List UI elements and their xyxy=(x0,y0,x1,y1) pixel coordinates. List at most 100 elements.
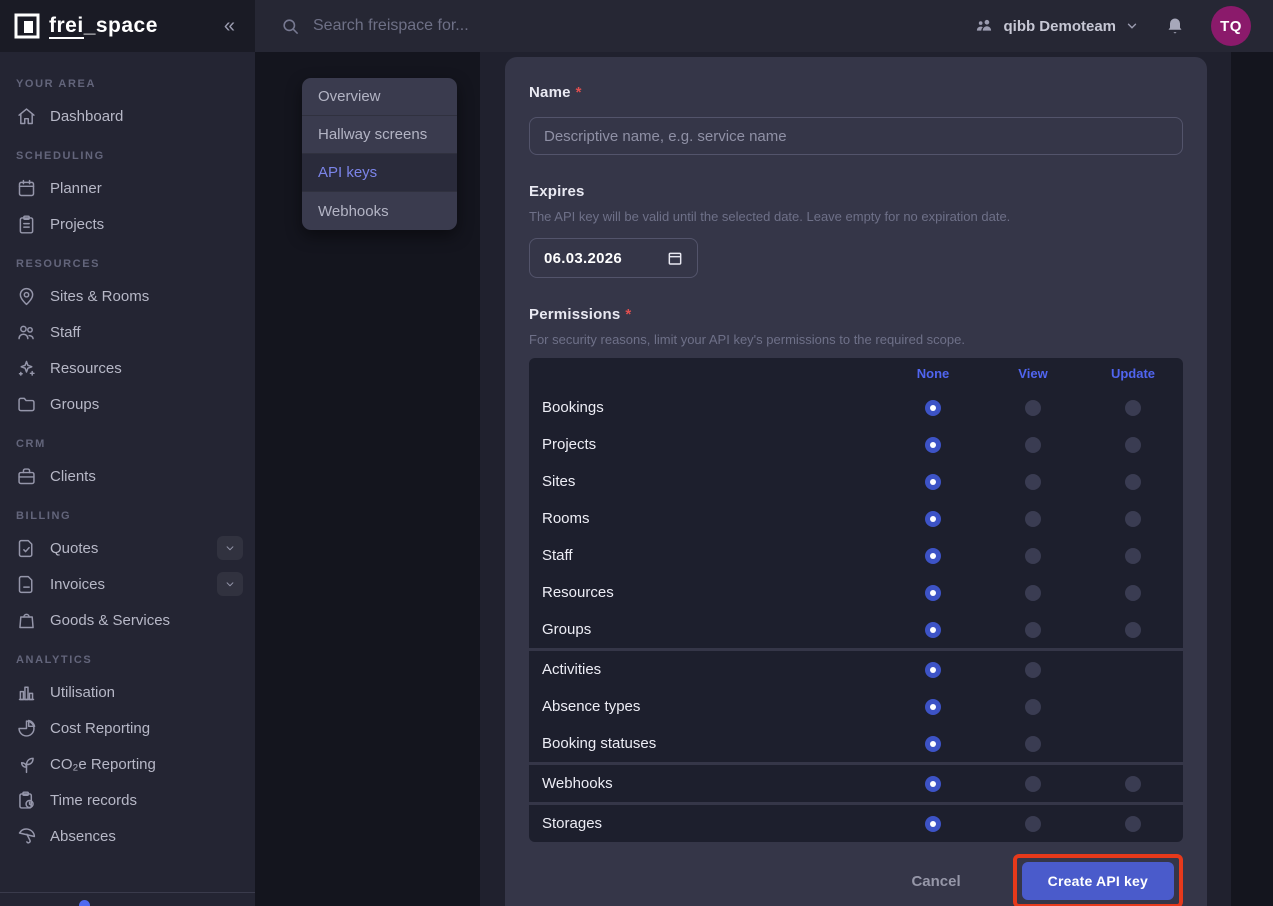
radio-webhooks-update[interactable] xyxy=(1125,776,1141,792)
sidebar-item-label: Sites & Rooms xyxy=(50,288,243,305)
team-name: qibb Demoteam xyxy=(1003,18,1116,35)
settings-menu: OverviewHallway screensAPI keysWebhooks xyxy=(302,78,457,230)
app-logo[interactable]: frei_space xyxy=(14,13,158,39)
radio-resources-update[interactable] xyxy=(1125,585,1141,601)
settings-menu-item-overview[interactable]: Overview xyxy=(302,78,457,116)
table-row-groups: Groups xyxy=(529,611,1183,648)
sidebar-item-resources[interactable]: Resources xyxy=(0,350,255,386)
row-label: Bookings xyxy=(529,399,883,416)
folder-icon xyxy=(16,394,37,415)
radio-bookings-none[interactable] xyxy=(925,400,941,416)
calendar-icon[interactable] xyxy=(667,250,683,266)
radio-bookings-view[interactable] xyxy=(1025,400,1041,416)
radio-projects-none[interactable] xyxy=(925,437,941,453)
sidebar-section-scheduling: SCHEDULING xyxy=(0,134,255,170)
radio-groups-view[interactable] xyxy=(1025,622,1041,638)
sidebar-item-cost-reporting[interactable]: Cost Reporting xyxy=(0,710,255,746)
radio-sites-update[interactable] xyxy=(1125,474,1141,490)
radio-resources-view[interactable] xyxy=(1025,585,1041,601)
radio-storages-update[interactable] xyxy=(1125,816,1141,832)
sidebar-item-goods-services[interactable]: Goods & Services xyxy=(0,602,255,638)
radio-rooms-view[interactable] xyxy=(1025,511,1041,527)
table-row-bookings: Bookings xyxy=(529,389,1183,426)
table-row-activities: Activities xyxy=(529,651,1183,688)
radio-absence-types-none[interactable] xyxy=(925,699,941,715)
radio-resources-none[interactable] xyxy=(925,585,941,601)
radio-projects-view[interactable] xyxy=(1025,437,1041,453)
radio-webhooks-view[interactable] xyxy=(1025,776,1041,792)
cancel-button[interactable]: Cancel xyxy=(911,873,960,890)
radio-booking-statuses-none[interactable] xyxy=(925,736,941,752)
team-icon xyxy=(974,16,994,36)
permissions-header-row: NoneViewUpdate xyxy=(529,358,1183,389)
radio-bookings-update[interactable] xyxy=(1125,400,1141,416)
permissions-helper: For security reasons, limit your API key… xyxy=(529,332,1183,347)
row-label: Absence types xyxy=(529,698,883,715)
sidebar-item-label: Cost Reporting xyxy=(50,720,243,737)
radio-staff-none[interactable] xyxy=(925,548,941,564)
sidebar-item-label: Clients xyxy=(50,468,243,485)
sidebar-item-invoices[interactable]: Invoices xyxy=(0,566,255,602)
row-label: Staff xyxy=(529,547,883,564)
radio-groups-update[interactable] xyxy=(1125,622,1141,638)
sidebar-item-groups[interactable]: Groups xyxy=(0,386,255,422)
sidebar-item-quotes[interactable]: Quotes xyxy=(0,530,255,566)
sidebar-item-sites-rooms[interactable]: Sites & Rooms xyxy=(0,278,255,314)
radio-webhooks-none[interactable] xyxy=(925,776,941,792)
sidebar-item-absences[interactable]: Absences xyxy=(0,818,255,854)
sidebar-item-time-records[interactable]: Time records xyxy=(0,782,255,818)
sidebar-item-utilisation[interactable]: Utilisation xyxy=(0,674,255,710)
chevron-down-icon xyxy=(1125,19,1139,33)
settings-menu-item-hallway-screens[interactable]: Hallway screens xyxy=(302,116,457,154)
sidebar-item-projects[interactable]: Projects xyxy=(0,206,255,242)
name-label: Name* xyxy=(529,84,1183,101)
settings-menu-item-api-keys[interactable]: API keys xyxy=(302,154,457,192)
column-header-none[interactable]: None xyxy=(883,366,983,381)
chevron-down-icon xyxy=(220,577,241,591)
sidebar-item-label: Resources xyxy=(50,360,243,377)
sidebar-item-label: Planner xyxy=(50,180,243,197)
user-avatar[interactable]: TQ xyxy=(1211,6,1251,46)
expires-date-input[interactable]: 06.03.2026 xyxy=(529,238,698,278)
settings-menu-item-webhooks[interactable]: Webhooks xyxy=(302,192,457,230)
sidebar-collapse-button[interactable]: « xyxy=(224,16,235,36)
row-label: Storages xyxy=(529,815,883,832)
umbrella-icon xyxy=(16,826,37,847)
radio-staff-view[interactable] xyxy=(1025,548,1041,564)
radio-rooms-none[interactable] xyxy=(925,511,941,527)
name-input[interactable] xyxy=(529,117,1183,155)
required-asterisk: * xyxy=(625,306,631,323)
global-search xyxy=(281,17,974,36)
radio-staff-update[interactable] xyxy=(1125,548,1141,564)
create-api-key-button[interactable]: Create API key xyxy=(1022,862,1174,900)
radio-projects-update[interactable] xyxy=(1125,437,1141,453)
sidebar-item-label: Groups xyxy=(50,396,243,413)
sidebar-item-co-e-reporting[interactable]: CO₂e Reporting xyxy=(0,746,255,782)
radio-absence-types-view[interactable] xyxy=(1025,699,1041,715)
expand-invoices-button[interactable] xyxy=(217,572,243,596)
row-label: Webhooks xyxy=(529,775,883,792)
radio-rooms-update[interactable] xyxy=(1125,511,1141,527)
sidebar-item-dashboard[interactable]: Dashboard xyxy=(0,98,255,134)
radio-booking-statuses-view[interactable] xyxy=(1025,736,1041,752)
search-input[interactable] xyxy=(313,17,733,35)
radio-storages-none[interactable] xyxy=(925,816,941,832)
notifications-button[interactable] xyxy=(1165,16,1185,36)
team-switcher[interactable]: qibb Demoteam xyxy=(974,16,1139,36)
calendar-icon xyxy=(16,178,37,199)
sidebar-item-planner[interactable]: Planner xyxy=(0,170,255,206)
logo-area: frei_space « xyxy=(0,0,255,52)
radio-activities-view[interactable] xyxy=(1025,662,1041,678)
home-icon xyxy=(16,106,37,127)
radio-sites-view[interactable] xyxy=(1025,474,1041,490)
radio-storages-view[interactable] xyxy=(1025,816,1041,832)
expand-quotes-button[interactable] xyxy=(217,536,243,560)
topbar-right: qibb Demoteam TQ xyxy=(974,6,1251,46)
column-header-update[interactable]: Update xyxy=(1083,366,1183,381)
column-header-view[interactable]: View xyxy=(983,366,1083,381)
radio-sites-none[interactable] xyxy=(925,474,941,490)
radio-groups-none[interactable] xyxy=(925,622,941,638)
radio-activities-none[interactable] xyxy=(925,662,941,678)
sidebar-item-clients[interactable]: Clients xyxy=(0,458,255,494)
sidebar-item-staff[interactable]: Staff xyxy=(0,314,255,350)
